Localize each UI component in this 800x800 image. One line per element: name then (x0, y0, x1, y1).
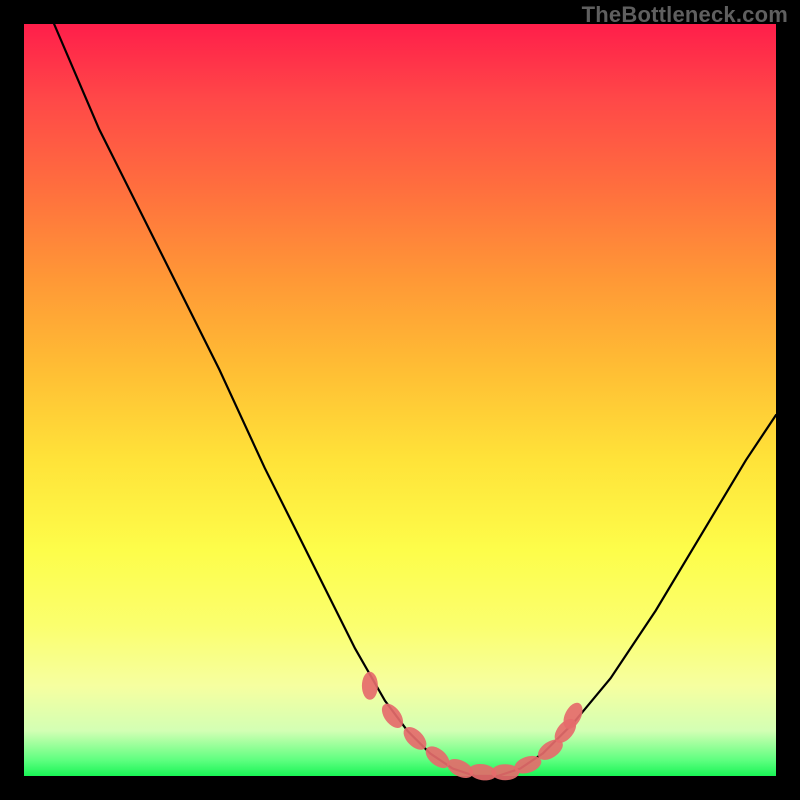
marker-point (378, 700, 408, 732)
bottleneck-curve (54, 24, 776, 776)
outer-frame: TheBottleneck.com (0, 0, 800, 800)
bottleneck-curve-svg (24, 24, 776, 776)
marker-point (362, 672, 378, 700)
plot-area (24, 24, 776, 776)
highlighted-points (362, 672, 587, 783)
